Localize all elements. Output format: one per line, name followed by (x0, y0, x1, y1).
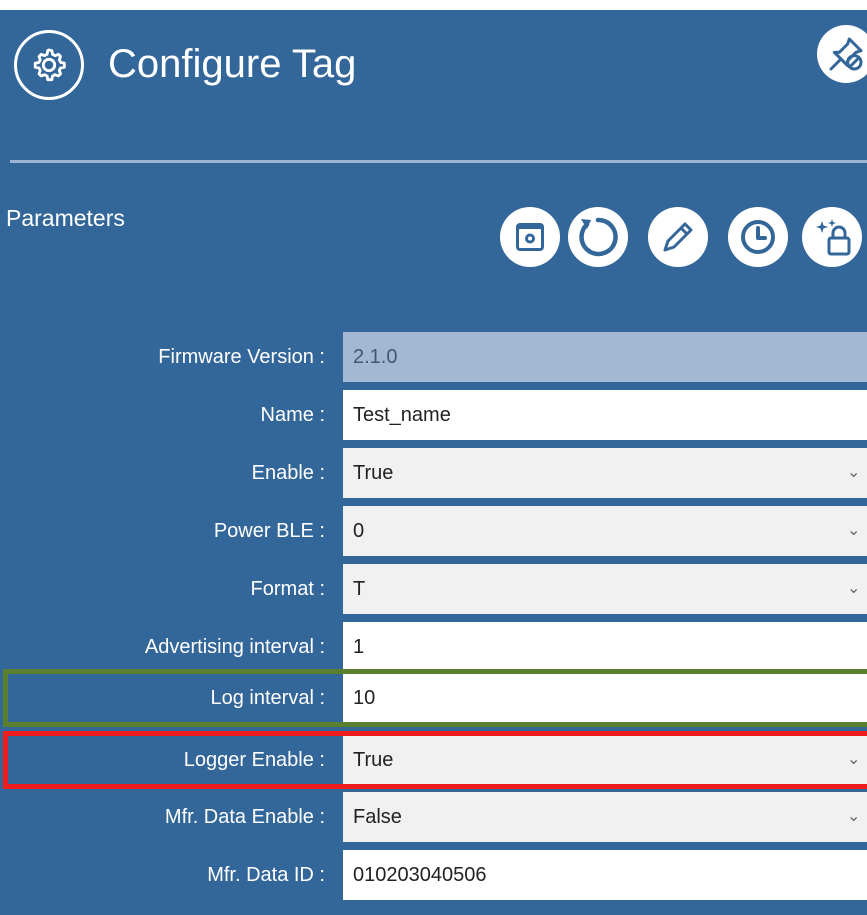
pin-off-icon[interactable] (817, 25, 867, 83)
field-firmware-version: Firmware Version : 2.1.0 (0, 332, 867, 382)
chevron-down-icon: ⌄ (847, 464, 861, 481)
parameters-heading: Parameters (6, 205, 125, 231)
refresh-icon[interactable] (568, 207, 628, 267)
mfr-data-enable-label: Mfr. Data Enable : (164, 806, 325, 828)
name-input[interactable]: Test_name (343, 390, 867, 440)
format-label: Format : (250, 578, 325, 600)
field-name: Name : Test_name (0, 390, 867, 440)
chevron-down-icon: ⌄ (847, 808, 861, 825)
chevron-down-icon: ⌄ (847, 580, 861, 597)
field-power-ble: Power BLE : 0 ⌄ (0, 506, 867, 556)
sparkle-lock-icon[interactable] (802, 207, 862, 267)
mfr-data-enable-select[interactable]: False ⌄ (343, 792, 867, 842)
advertising-interval-label: Advertising interval : (144, 636, 325, 658)
power-ble-label: Power BLE : (213, 520, 325, 542)
firmware-version-value: 2.1.0 (343, 332, 867, 382)
format-select[interactable]: T ⌄ (343, 564, 867, 614)
header-divider (10, 160, 867, 163)
enable-value: True (353, 462, 394, 484)
power-ble-select[interactable]: 0 ⌄ (343, 506, 867, 556)
gear-icon (14, 30, 84, 100)
header: Configure Tag (0, 10, 867, 150)
enable-label: Enable : (251, 462, 325, 484)
clock-icon[interactable] (728, 207, 788, 267)
mfr-data-id-label: Mfr. Data ID : (207, 864, 325, 886)
power-ble-value: 0 (353, 520, 365, 542)
field-advertising-interval: Advertising interval : 1 (0, 622, 867, 672)
enable-select[interactable]: True ⌄ (343, 448, 867, 498)
pencil-icon[interactable] (648, 207, 708, 267)
name-label: Name : (260, 404, 325, 426)
field-mfr-data-enable: Mfr. Data Enable : False ⌄ (0, 792, 867, 842)
mfr-data-enable-value: False (353, 806, 402, 828)
chevron-down-icon: ⌄ (847, 522, 861, 539)
configure-tag-panel: Configure Tag Parameters Firmware Versio… (0, 10, 867, 915)
mfr-data-id-input[interactable]: 010203040506 (343, 850, 867, 900)
window-settings-icon[interactable] (500, 207, 560, 267)
field-format: Format : T ⌄ (0, 564, 867, 614)
firmware-version-label: Firmware Version : (158, 346, 325, 368)
logger-enable-highlight (3, 731, 867, 789)
field-mfr-data-id: Mfr. Data ID : 010203040506 (0, 850, 867, 900)
advertising-interval-input[interactable]: 1 (343, 622, 867, 672)
log-interval-highlight (3, 669, 867, 727)
field-enable: Enable : True ⌄ (0, 448, 867, 498)
page-title: Configure Tag (108, 42, 357, 86)
format-value: T (353, 578, 366, 600)
